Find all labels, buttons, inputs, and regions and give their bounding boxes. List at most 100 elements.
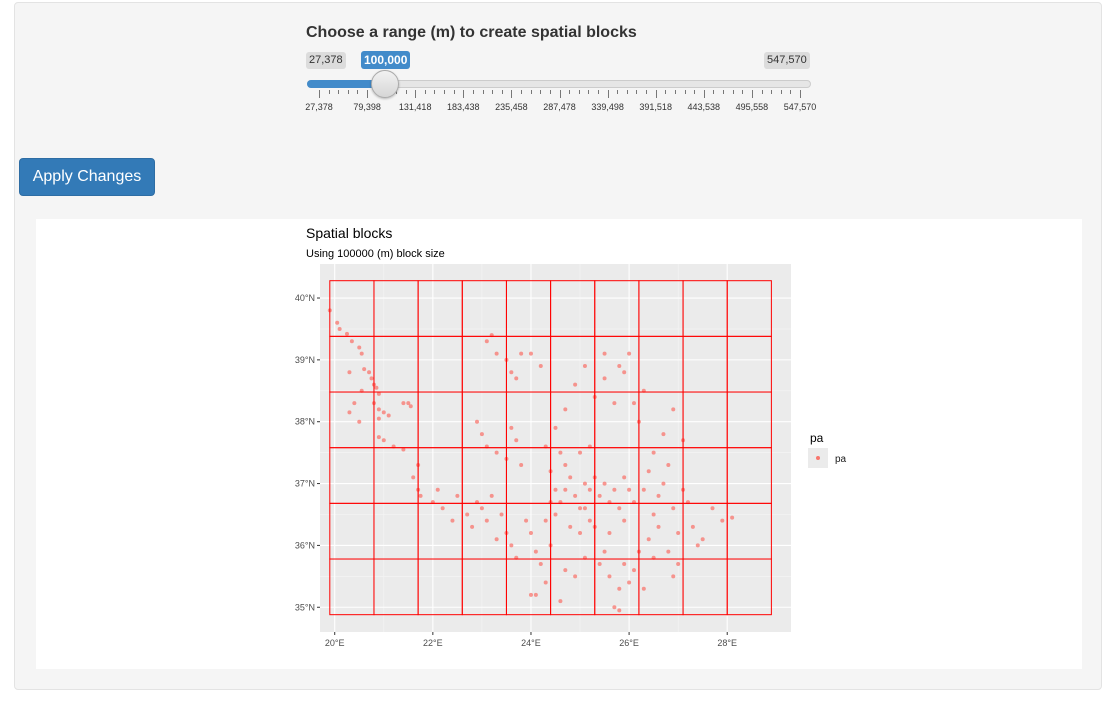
- data-point: [381, 438, 386, 443]
- y-tick-label: 38°N: [295, 417, 315, 427]
- slider-minor-tick: [771, 90, 773, 94]
- data-point: [553, 512, 558, 517]
- data-point: [376, 416, 381, 421]
- slider-minor-tick: [790, 90, 792, 94]
- x-tick-label: 26°E: [619, 638, 639, 648]
- slider-minor-tick: [569, 90, 571, 94]
- data-point: [617, 586, 622, 591]
- data-point: [553, 487, 558, 492]
- slider-grid-label: 547,570: [783, 102, 817, 112]
- data-point: [479, 432, 484, 437]
- data-point: [533, 549, 538, 554]
- slider-minor-tick: [347, 90, 349, 94]
- slider-minor-tick: [472, 90, 474, 94]
- slider-grid-label: 235,458: [495, 102, 528, 112]
- data-point: [676, 561, 681, 566]
- slider-grid-label: 27,378: [305, 102, 333, 112]
- data-point: [690, 524, 695, 529]
- data-point: [543, 518, 548, 523]
- slider-value-label: 100,000: [361, 51, 411, 69]
- data-point: [671, 407, 676, 412]
- data-point: [573, 574, 578, 579]
- y-tick-label: 40°N: [295, 293, 315, 303]
- data-point: [411, 475, 416, 480]
- data-point: [646, 537, 651, 542]
- data-point: [587, 518, 592, 523]
- data-point: [349, 339, 354, 344]
- data-point: [386, 413, 391, 418]
- data-point: [612, 401, 617, 406]
- data-point: [582, 364, 587, 369]
- slider-grid-label: 287,478: [543, 102, 576, 112]
- slider-major-tick: [607, 90, 609, 98]
- data-point: [435, 487, 440, 492]
- data-point: [533, 592, 538, 597]
- data-point: [700, 537, 705, 542]
- slider-grid-label: 391,518: [639, 102, 672, 112]
- y-tick-label: 39°N: [295, 355, 315, 365]
- slider-major-tick: [367, 90, 369, 98]
- data-point: [563, 487, 568, 492]
- data-point: [661, 432, 666, 437]
- slider-minor-tick: [723, 90, 725, 94]
- data-point: [347, 370, 352, 375]
- data-point: [568, 475, 573, 480]
- data-point: [418, 493, 423, 498]
- data-point: [479, 506, 484, 511]
- data-point: [509, 543, 514, 548]
- slider-major-tick: [800, 90, 801, 98]
- data-point: [666, 549, 671, 554]
- data-point: [494, 537, 499, 542]
- data-point: [347, 410, 352, 415]
- slider-minor-tick: [732, 90, 734, 94]
- apply-changes-button[interactable]: Apply Changes: [19, 158, 155, 196]
- data-point: [514, 438, 519, 443]
- data-point: [344, 331, 349, 336]
- data-point: [617, 364, 622, 369]
- data-point: [528, 531, 533, 536]
- data-point: [514, 376, 519, 381]
- data-point: [651, 450, 656, 455]
- slider-minor-tick: [521, 90, 523, 94]
- slider-major-tick: [415, 90, 417, 98]
- data-point: [519, 351, 524, 356]
- data-point: [528, 592, 533, 597]
- x-tick-label: 24°E: [521, 638, 541, 648]
- slider-grid-label: 339,498: [591, 102, 624, 112]
- slider-handle[interactable]: [371, 70, 399, 98]
- slider-max-label: 547,570: [764, 52, 810, 69]
- data-point: [455, 493, 460, 498]
- data-point: [352, 401, 357, 406]
- slider-minor-tick: [646, 90, 648, 94]
- data-point: [408, 404, 413, 409]
- slider-grid-label: 443,538: [687, 102, 721, 112]
- data-point: [671, 506, 676, 511]
- data-point: [617, 506, 622, 511]
- slider-min-label: 27,378: [306, 52, 346, 69]
- slider-minor-tick: [636, 90, 638, 94]
- data-point: [494, 351, 499, 356]
- data-point: [597, 493, 602, 498]
- data-point: [646, 469, 651, 474]
- slider-minor-tick: [357, 90, 359, 94]
- slider-minor-tick: [338, 90, 340, 94]
- slider-minor-tick: [694, 90, 696, 94]
- data-point: [357, 345, 362, 350]
- slider-minor-tick: [626, 90, 628, 94]
- slider-minor-tick: [665, 90, 667, 94]
- data-point: [553, 425, 558, 430]
- slider-minor-tick: [597, 90, 599, 94]
- data-point: [519, 463, 524, 468]
- slider-minor-tick: [780, 90, 782, 94]
- slider-major-tick: [463, 90, 465, 98]
- data-point: [582, 481, 587, 486]
- slider-grid-label: 183,438: [447, 102, 480, 112]
- data-point: [381, 410, 386, 415]
- data-point: [578, 450, 583, 455]
- data-point: [335, 320, 340, 325]
- slider-minor-tick: [434, 90, 436, 94]
- slider-minor-tick: [742, 90, 744, 94]
- data-point: [374, 385, 379, 390]
- data-point: [602, 481, 607, 486]
- slider-minor-tick: [530, 90, 532, 94]
